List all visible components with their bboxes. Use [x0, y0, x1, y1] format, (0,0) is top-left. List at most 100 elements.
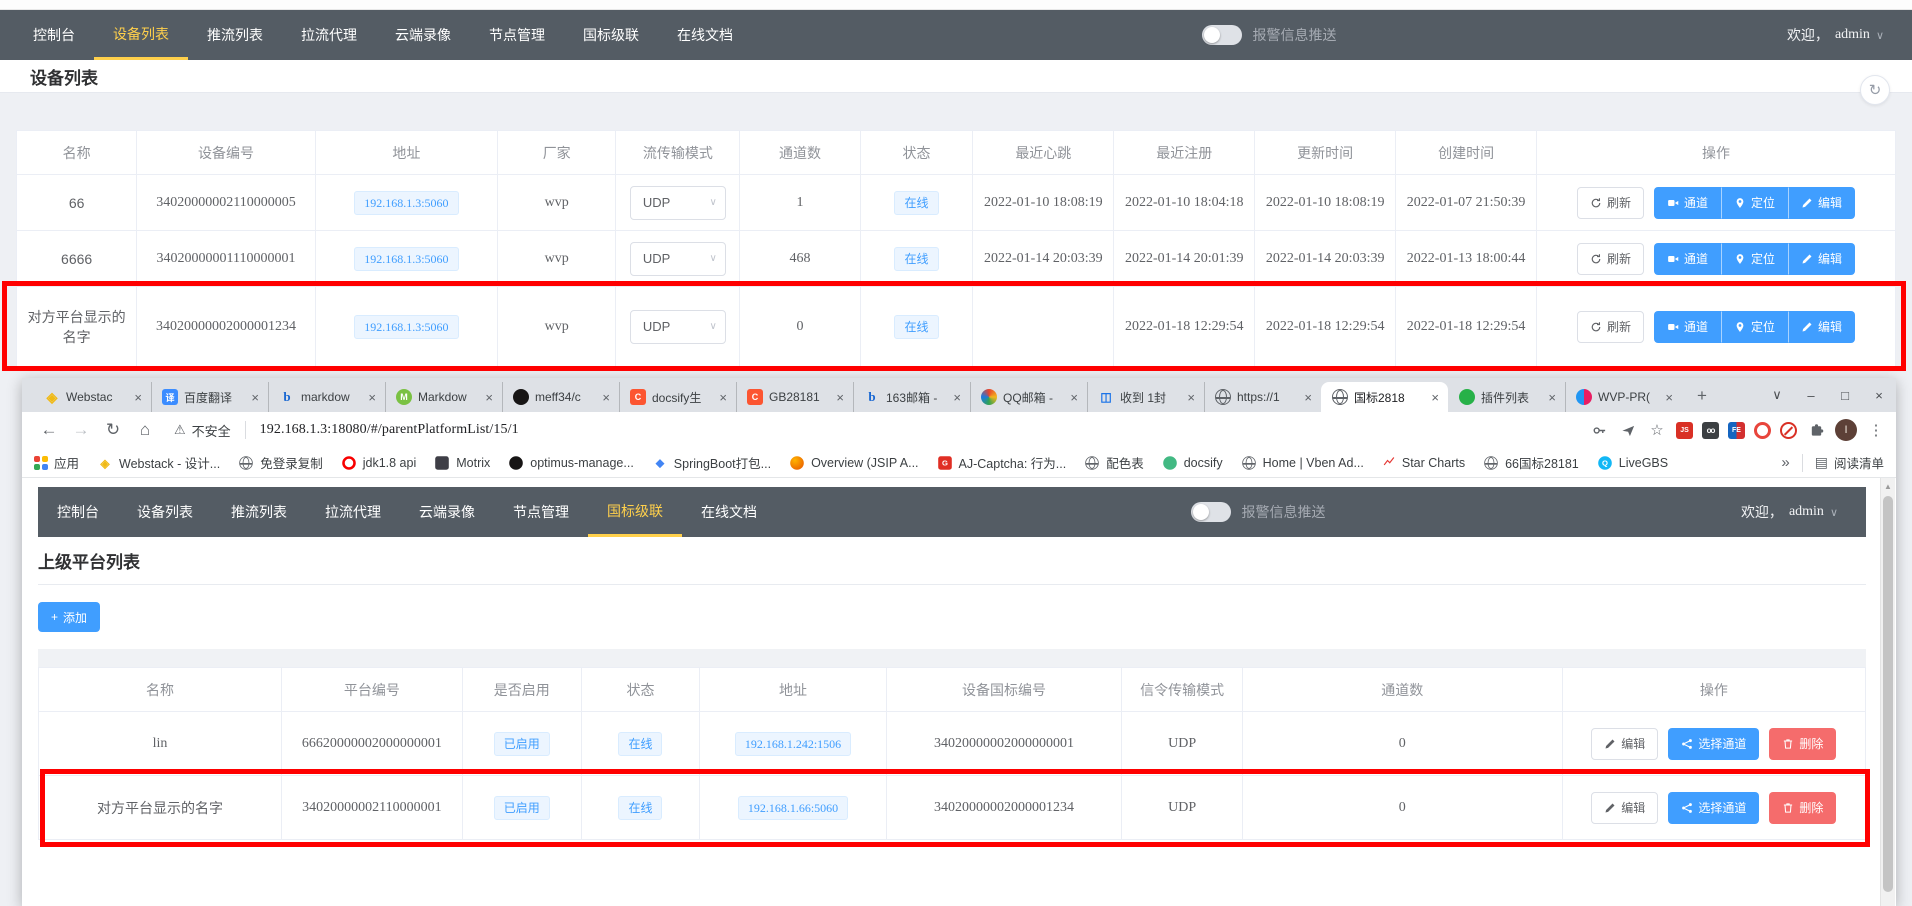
bookmark-free-copy[interactable]: 免登录复制: [238, 453, 323, 472]
tab-baidu-translate[interactable]: 译百度翻译×: [151, 382, 268, 412]
nav-item-console[interactable]: 控制台: [38, 487, 118, 537]
refresh-button[interactable]: 刷新: [1577, 243, 1644, 275]
locate-button[interactable]: 定位: [1721, 243, 1788, 275]
home-icon[interactable]: ⌂: [132, 417, 158, 443]
alarm-push-toggle[interactable]: [1191, 502, 1231, 522]
add-platform-button[interactable]: +添加: [38, 602, 100, 632]
tab-close-icon[interactable]: ×: [248, 390, 262, 405]
channel-button[interactable]: 通道: [1654, 187, 1721, 219]
tab-close-icon[interactable]: ×: [131, 390, 145, 405]
bookmark-optimus[interactable]: optimus-manage...: [508, 455, 634, 471]
address-tag[interactable]: 192.168.1.3:5060: [354, 247, 458, 271]
user-menu[interactable]: 欢迎，admin ∨: [1787, 10, 1884, 60]
tab-close-icon[interactable]: ×: [1428, 390, 1442, 405]
extension-fe-icon[interactable]: FE: [1728, 422, 1745, 439]
new-tab-button[interactable]: +: [1688, 382, 1716, 410]
bookmark-jsip-overview[interactable]: Overview (JSIP A...: [789, 455, 918, 471]
nav-item-online-docs[interactable]: 在线文档: [658, 10, 752, 60]
bookmark-vben[interactable]: Home | Vben Ad...: [1241, 455, 1364, 471]
nav-item-push-list[interactable]: 推流列表: [188, 10, 282, 60]
nav-item-online-docs[interactable]: 在线文档: [682, 487, 776, 537]
bookmark-motrix[interactable]: Motrix: [434, 455, 490, 471]
refresh-button[interactable]: 刷新: [1577, 187, 1644, 219]
bookmark-gb28181[interactable]: 66国标28181: [1483, 453, 1579, 472]
close-button[interactable]: ×: [1862, 388, 1896, 403]
select-channel-button[interactable]: 选择通道: [1668, 792, 1759, 824]
content-scrollbar[interactable]: ▲: [1880, 478, 1895, 906]
nav-item-gb-cascade[interactable]: 国标级联: [564, 10, 658, 60]
address-tag[interactable]: 192.168.1.3:5060: [354, 315, 458, 339]
more-menu-icon[interactable]: ⋮: [1866, 420, 1886, 440]
bookmark-jdk-api[interactable]: jdk1.8 api: [341, 455, 417, 471]
extension-glasses-icon[interactable]: oo: [1702, 422, 1719, 439]
extension-adblock-icon[interactable]: [1780, 422, 1797, 439]
tab-close-icon[interactable]: ×: [833, 390, 847, 405]
stream-mode-select[interactable]: UDP∨: [630, 310, 726, 344]
edit-button[interactable]: 编辑: [1591, 792, 1658, 824]
tab-inbox-mail[interactable]: ◫收到 1封×: [1087, 382, 1204, 412]
tab-close-icon[interactable]: ×: [1545, 390, 1559, 405]
extension-js-icon[interactable]: JS: [1676, 422, 1693, 439]
tab-qq-mail[interactable]: QQ邮箱 -×: [970, 382, 1087, 412]
refresh-button[interactable]: 刷新: [1577, 311, 1644, 343]
stream-mode-select[interactable]: UDP∨: [630, 242, 726, 276]
tab-wvp-pro[interactable]: WVP-PR(×: [1565, 382, 1682, 412]
stream-mode-select[interactable]: UDP∨: [630, 186, 726, 220]
url-bar[interactable]: 192.168.1.3:18080/#/parentPlatformList/1…: [260, 422, 1575, 438]
edit-button[interactable]: 编辑: [1591, 728, 1658, 760]
password-key-icon[interactable]: [1589, 420, 1609, 440]
locate-button[interactable]: 定位: [1721, 311, 1788, 343]
tab-close-icon[interactable]: ×: [1067, 390, 1081, 405]
tab-close-icon[interactable]: ×: [365, 390, 379, 405]
tab-markdown-1[interactable]: bmarkdow×: [268, 382, 385, 412]
reload-icon[interactable]: ↻: [100, 417, 126, 443]
address-tag[interactable]: 192.168.1.242:1506: [735, 732, 851, 756]
nav-item-push-list[interactable]: 推流列表: [212, 487, 306, 537]
nav-item-node-manage[interactable]: 节点管理: [494, 487, 588, 537]
tab-close-icon[interactable]: ×: [1184, 390, 1198, 405]
nav-item-cloud-record[interactable]: 云端录像: [400, 487, 494, 537]
security-chip[interactable]: ⚠ 不安全: [174, 421, 231, 440]
edit-button[interactable]: 编辑: [1788, 311, 1855, 343]
edit-button[interactable]: 编辑: [1788, 243, 1855, 275]
alarm-push-toggle[interactable]: [1202, 25, 1242, 45]
tab-plugin-list[interactable]: 插件列表×: [1448, 382, 1565, 412]
maximize-button[interactable]: □: [1828, 388, 1862, 403]
tab-close-icon[interactable]: ×: [599, 390, 613, 405]
tab-close-icon[interactable]: ×: [716, 390, 730, 405]
nav-item-console[interactable]: 控制台: [14, 10, 94, 60]
bookmark-springboot[interactable]: ◆SpringBoot打包...: [652, 453, 771, 472]
bookmark-livegbs[interactable]: QLiveGBS: [1597, 455, 1668, 471]
address-tag[interactable]: 192.168.1.66:5060: [738, 796, 848, 820]
back-icon[interactable]: ←: [36, 417, 62, 443]
nav-item-pull-proxy[interactable]: 拉流代理: [282, 10, 376, 60]
profile-avatar[interactable]: I: [1835, 419, 1857, 441]
tab-search-chevron-icon[interactable]: ∨: [1760, 387, 1794, 403]
bookmarks-overflow-icon[interactable]: »: [1781, 454, 1789, 471]
nav-item-device-list[interactable]: 设备列表: [118, 487, 212, 537]
bookmark-docsify[interactable]: docsify: [1162, 455, 1223, 471]
page-refresh-button[interactable]: ↻: [1860, 75, 1890, 105]
tab-markdown-2[interactable]: MMarkdow×: [385, 382, 502, 412]
forward-icon[interactable]: →: [68, 417, 94, 443]
locate-button[interactable]: 定位: [1721, 187, 1788, 219]
delete-button[interactable]: 删除: [1769, 728, 1836, 760]
channel-button[interactable]: 通道: [1654, 243, 1721, 275]
address-tag[interactable]: 192.168.1.3:5060: [354, 191, 458, 215]
bookmark-webstack[interactable]: ◈Webstack - 设计...: [97, 453, 220, 472]
delete-button[interactable]: 删除: [1769, 792, 1836, 824]
tab-close-icon[interactable]: ×: [1301, 390, 1315, 405]
select-channel-button[interactable]: 选择通道: [1668, 728, 1759, 760]
bookmark-star-charts[interactable]: Star Charts: [1382, 454, 1465, 471]
nav-item-gb-cascade[interactable]: 国标级联: [588, 487, 682, 537]
extensions-puzzle-icon[interactable]: [1806, 420, 1826, 440]
reading-list-button[interactable]: ▤阅读清单: [1815, 453, 1884, 472]
tab-163-mail[interactable]: b163邮箱 -×: [853, 382, 970, 412]
nav-item-device-list[interactable]: 设备列表: [94, 10, 188, 60]
tab-github[interactable]: meff34/c×: [502, 382, 619, 412]
scrollbar-up-icon[interactable]: ▲: [1881, 478, 1895, 491]
tab-close-icon[interactable]: ×: [950, 390, 964, 405]
bookmark-star-icon[interactable]: ☆: [1647, 420, 1667, 440]
extension-o-icon[interactable]: [1754, 422, 1771, 439]
send-icon[interactable]: [1618, 420, 1638, 440]
